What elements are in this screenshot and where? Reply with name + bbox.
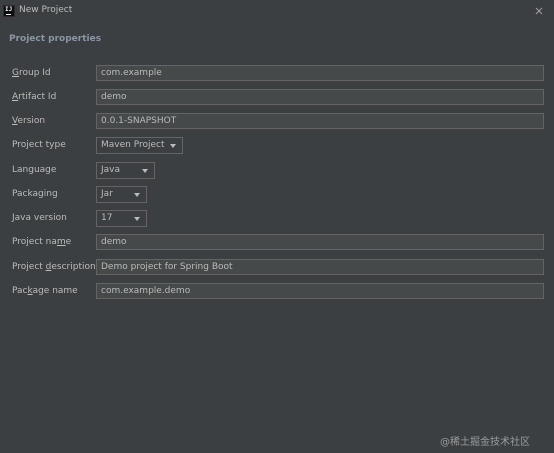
chevron-down-icon: [134, 217, 140, 221]
version-label-text: ersion: [17, 116, 46, 126]
chevron-down-icon: [170, 144, 176, 148]
group-id-field[interactable]: com.example: [96, 65, 544, 81]
intellij-app-icon: IJ: [3, 5, 15, 17]
watermark-text: @稀土掘金技术社区: [440, 437, 530, 448]
group-id-label-text: roup Id: [18, 68, 51, 78]
chevron-down-icon: [142, 169, 148, 173]
project-name-label: Project name: [12, 234, 71, 250]
packaging-dropdown[interactable]: Jar: [96, 186, 147, 203]
new-project-dialog: IJ New Project Project properties Group …: [0, 0, 554, 453]
version-field[interactable]: 0.0.1-SNAPSHOT: [96, 113, 544, 129]
artifact-id-field[interactable]: demo: [96, 89, 544, 105]
group-id-mnemonic: G: [12, 68, 19, 78]
packaging-value: Jar: [101, 189, 113, 199]
section-title: Project properties: [9, 34, 102, 44]
chevron-down-icon: [134, 193, 140, 197]
title-bar: IJ New Project: [0, 0, 554, 22]
group-id-label: Group Id: [12, 65, 51, 81]
version-label: Version: [12, 113, 45, 129]
java-version-label: Java version: [12, 213, 67, 223]
language-dropdown[interactable]: Java: [96, 162, 155, 179]
project-type-label: Project type: [12, 140, 66, 150]
close-icon[interactable]: [531, 3, 547, 19]
project-type-value: Maven Project: [101, 140, 165, 150]
artifact-id-label: Artifact Id: [12, 89, 56, 105]
java-version-dropdown[interactable]: 17: [96, 210, 147, 227]
package-name-field[interactable]: com.example.demo: [96, 283, 544, 299]
window-title: New Project: [19, 5, 73, 15]
packaging-label: Packaging: [12, 189, 58, 199]
language-value: Java: [101, 165, 121, 175]
app-icon-text: IJ: [5, 6, 13, 13]
project-description-label: Project description: [12, 259, 96, 275]
package-name-label-start: Pac: [12, 286, 28, 296]
package-name-label-end: age name: [32, 286, 78, 296]
app-icon-bar: [6, 14, 11, 15]
language-label: Language: [12, 165, 57, 175]
project-name-mnemonic: m: [56, 237, 66, 247]
package-name-label: Package name: [12, 283, 78, 299]
project-name-field[interactable]: demo: [96, 234, 544, 250]
project-description-label-start: Project: [12, 262, 46, 272]
java-version-value: 17: [101, 213, 113, 223]
project-name-label-start: Project na: [12, 237, 57, 247]
artifact-id-label-text: rtifact Id: [18, 92, 57, 102]
project-type-dropdown[interactable]: Maven Project: [96, 137, 183, 154]
project-description-field[interactable]: Demo project for Spring Boot: [96, 259, 544, 275]
project-name-label-end: e: [65, 237, 72, 247]
project-description-label-end: escription: [51, 262, 96, 272]
